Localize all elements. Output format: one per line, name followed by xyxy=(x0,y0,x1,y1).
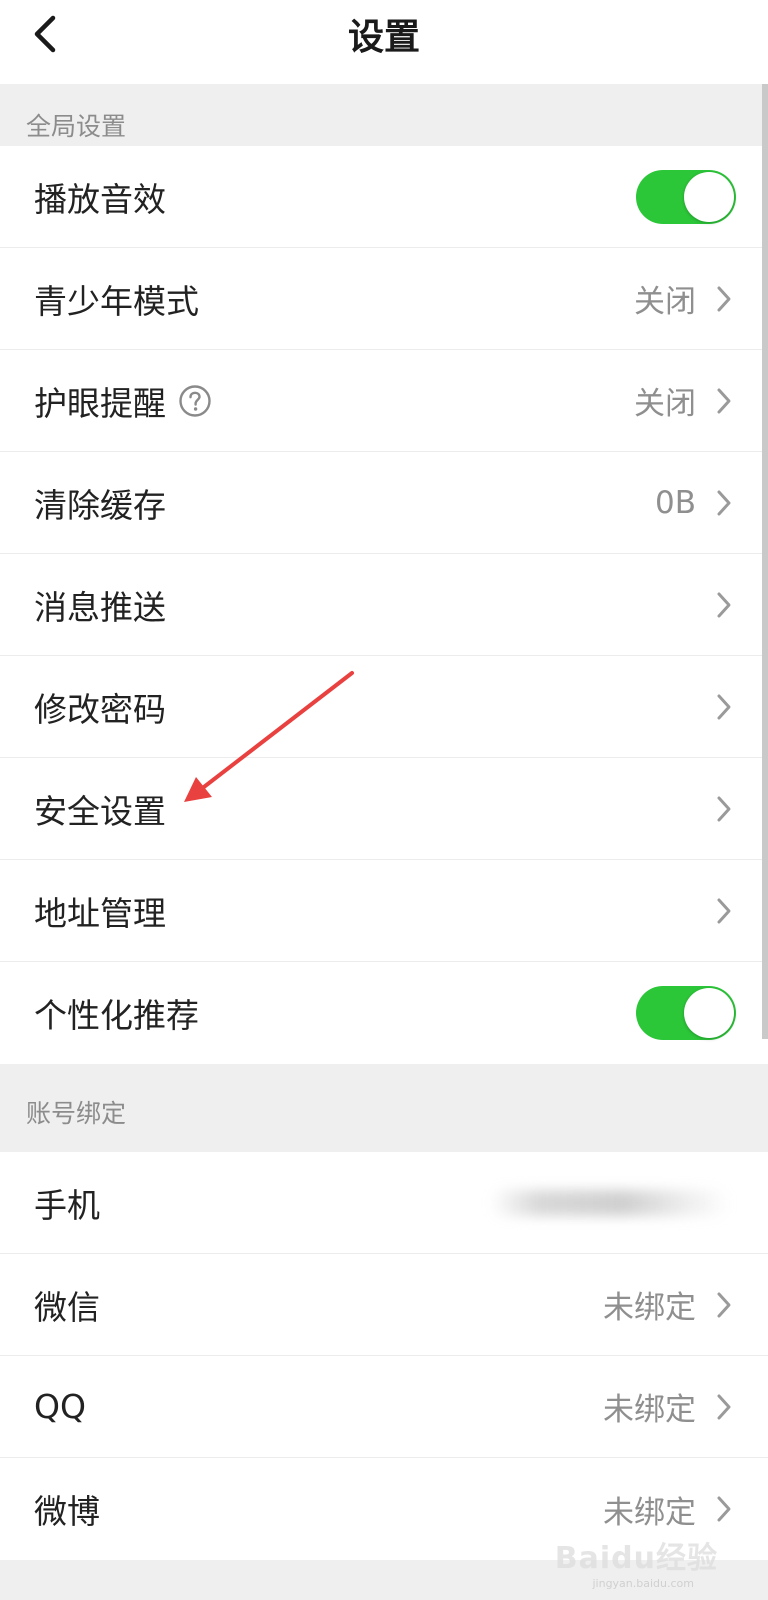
row-label: 修改密码 xyxy=(34,689,166,729)
toggle-knob xyxy=(684,171,734,222)
section-header-global: 全局设置 xyxy=(0,84,768,146)
nav-bar: 设置 xyxy=(0,0,768,84)
settings-page: 设置 全局设置 播放音效 青少年模式 关闭 护眼提醒 关闭 清除缓存 0B 消息… xyxy=(0,0,768,1600)
chevron-right-icon xyxy=(714,386,734,416)
chevron-right-icon xyxy=(714,692,734,722)
row-label: 清除缓存 xyxy=(34,485,166,525)
row-label: 消息推送 xyxy=(34,587,166,627)
row-label-wrap: 护眼提醒 xyxy=(34,377,634,425)
row-phone[interactable]: 手机 xyxy=(0,1152,768,1254)
chevron-right-icon xyxy=(714,1290,734,1320)
question-mark-icon[interactable] xyxy=(178,384,212,418)
row-personalized-recommendation: 个性化推荐 xyxy=(0,962,768,1064)
chevron-right-icon xyxy=(714,590,734,620)
row-play-sound: 播放音效 xyxy=(0,146,768,248)
row-change-password[interactable]: 修改密码 xyxy=(0,656,768,758)
row-value: 未绑定 xyxy=(603,1290,696,1326)
chevron-right-icon xyxy=(714,794,734,824)
row-qq[interactable]: QQ 未绑定 xyxy=(0,1356,768,1458)
row-security-settings[interactable]: 安全设置 xyxy=(0,758,768,860)
chevron-right-icon xyxy=(714,284,734,314)
blurred-phone-number xyxy=(490,1190,730,1216)
chevron-right-icon xyxy=(714,1392,734,1422)
row-label: 播放音效 xyxy=(34,179,166,219)
scrollbar[interactable] xyxy=(762,84,768,1039)
row-label: 地址管理 xyxy=(34,893,166,933)
row-teen-mode[interactable]: 青少年模式 关闭 xyxy=(0,248,768,350)
page-title: 设置 xyxy=(347,17,420,58)
row-clear-cache[interactable]: 清除缓存 0B xyxy=(0,452,768,554)
row-wechat[interactable]: 微信 未绑定 xyxy=(0,1254,768,1356)
row-label: 个性化推荐 xyxy=(34,996,199,1035)
row-label: 青少年模式 xyxy=(34,281,199,321)
row-value: 未绑定 xyxy=(603,1494,696,1531)
play-sound-toggle[interactable] xyxy=(636,169,736,224)
chevron-right-icon xyxy=(714,1494,734,1524)
row-value: 关闭 xyxy=(634,284,696,320)
toggle-knob xyxy=(684,988,734,1038)
row-push-notifications[interactable]: 消息推送 xyxy=(0,554,768,656)
row-address-management[interactable]: 地址管理 xyxy=(0,860,768,962)
row-label: 微信 xyxy=(34,1287,100,1327)
row-label: 护眼提醒 xyxy=(34,383,166,423)
personalized-recommendation-toggle[interactable] xyxy=(636,986,736,1040)
chevron-right-icon xyxy=(714,896,734,926)
chevron-right-icon xyxy=(714,488,734,518)
row-value: 未绑定 xyxy=(603,1392,696,1428)
row-label: 微博 xyxy=(34,1492,100,1531)
row-label: 安全设置 xyxy=(34,791,166,831)
row-value: 0B xyxy=(655,484,696,521)
section-header-account: 账号绑定 xyxy=(0,1064,768,1152)
row-eye-care[interactable]: 护眼提醒 关闭 xyxy=(0,350,768,452)
baidu-watermark-url: jingyan.baidu.com xyxy=(592,1577,694,1590)
row-label: QQ xyxy=(34,1387,86,1426)
baidu-watermark: Baidu经验 xyxy=(554,1541,718,1576)
row-value: 关闭 xyxy=(634,386,696,422)
